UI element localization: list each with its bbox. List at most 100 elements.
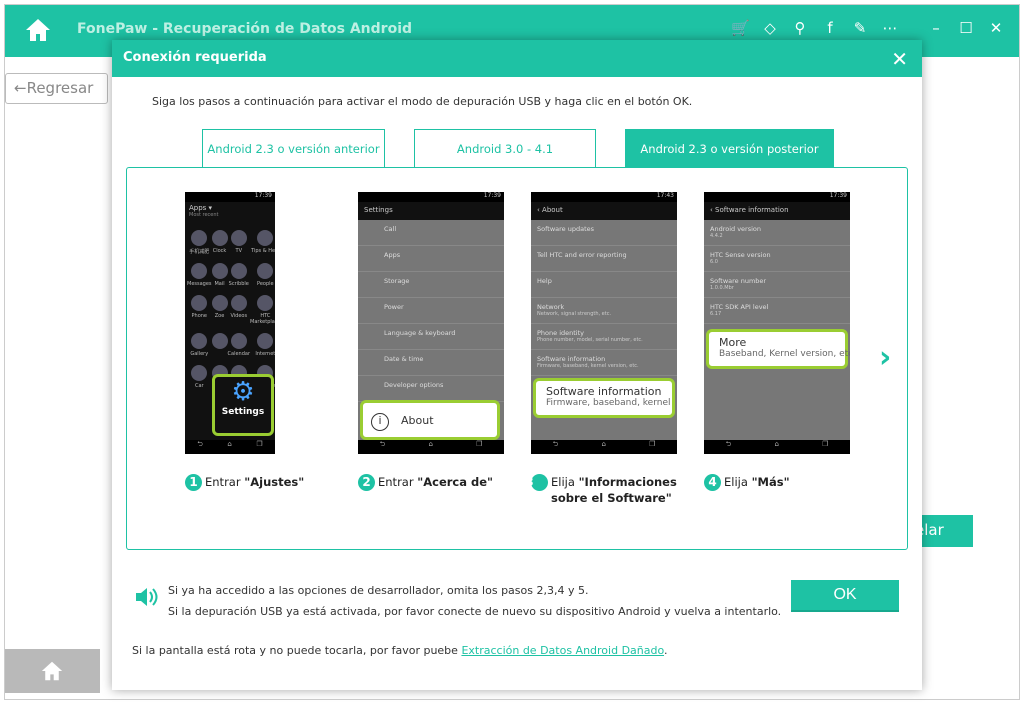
status-bar: 17:39 xyxy=(704,192,850,202)
back-button[interactable]: ←Regresar xyxy=(5,73,108,104)
app-icon: People xyxy=(250,263,275,287)
settings-row: Call xyxy=(358,220,504,246)
step-caption-4: 4 Elija "Más" xyxy=(704,474,864,491)
settings-row: Software information Firmware, baseband, … xyxy=(531,350,677,376)
settings-row: HTC Sense version 6.0 xyxy=(704,246,850,272)
next-arrow-icon[interactable]: › xyxy=(879,340,891,375)
app-icon: Calendar xyxy=(228,333,250,357)
apps-header: Apps ▾ xyxy=(189,204,213,212)
note-reconnect: Si la depuración USB ya está activada, p… xyxy=(168,605,782,618)
app-icon: 手机减肥 xyxy=(187,230,212,255)
app-icon xyxy=(211,333,228,357)
gear-icon: ⚙ xyxy=(231,377,255,407)
status-bar: 17:39 xyxy=(358,192,504,202)
step-caption-1: 1 Entrar "Ajustes" xyxy=(185,474,345,491)
app-icon: Scribble xyxy=(228,263,250,287)
nav-icon: ⌂ xyxy=(227,440,232,448)
cart-icon[interactable]: 🛒 xyxy=(731,19,750,37)
settings-row: Help xyxy=(531,272,677,298)
apps-sub: Most recent xyxy=(189,212,219,218)
speaker-icon xyxy=(136,588,158,606)
screen-header: ‹ About xyxy=(531,202,677,220)
tab-android-3-0-4-1[interactable]: Android 3.0 - 4.1 xyxy=(414,129,596,168)
step-number: 4 xyxy=(704,474,721,491)
nav-icon: ⌂ xyxy=(428,440,433,448)
highlight-about: i About xyxy=(360,400,500,440)
app-icon: Tips & Help xyxy=(250,230,275,255)
settings-row: Tell HTC and error reporting xyxy=(531,246,677,272)
settings-row: Android version 4.4.2 xyxy=(704,220,850,246)
app-icon: TV xyxy=(228,230,250,255)
phone-screenshot-2: 17:39 Settings Call Apps Storage Power Languag… xyxy=(358,192,504,454)
tab-android-2-3-later[interactable]: Android 2.3 o versión posterior xyxy=(625,129,834,168)
broken-android-link[interactable]: Extracción de Datos Android Dañado xyxy=(461,644,664,657)
settings-row: Power xyxy=(358,298,504,324)
step-number: 3 xyxy=(525,474,548,491)
info-icon: i xyxy=(371,413,389,431)
settings-row: Network Network, signal strength, etc. xyxy=(531,298,677,324)
ok-button[interactable]: OK xyxy=(791,580,899,612)
nav-icon: ❐ xyxy=(822,440,829,448)
steps-panel: › 17:39 Apps ▾ Most recent 手机减肥 Clock TV Tips … xyxy=(126,167,908,550)
settings-row: Developer options xyxy=(358,376,504,402)
phone-screenshot-4: 17:39 ‹ Software information Android versi… xyxy=(704,192,850,454)
dialog-intro: Siga los pasos a continuación para activ… xyxy=(152,95,693,108)
step-caption-3: 3 Elija "Informaciones sobre el Software" xyxy=(525,474,677,505)
app-icon: Videos xyxy=(228,295,250,325)
app-icon: Internet xyxy=(250,333,275,357)
app-icon: Zoe xyxy=(211,295,228,325)
phone-screenshot-3: 17:43 ‹ About Software updates Tell HTC and… xyxy=(531,192,677,454)
key-icon[interactable]: ⚲ xyxy=(791,19,809,37)
phone-nav-bar: ⮌ ⌂ ❐ xyxy=(185,440,275,454)
home-icon xyxy=(41,661,63,681)
nav-icon: ⮌ xyxy=(725,440,732,448)
tab-android-2-3-earlier[interactable]: Android 2.3 o versión anterior xyxy=(202,129,385,168)
settings-row: Storage xyxy=(358,272,504,298)
message-icon[interactable]: ⋯ xyxy=(881,19,899,37)
diamond-icon[interactable]: ◇ xyxy=(761,19,779,37)
footer-end: . xyxy=(664,644,668,657)
app-icon: HTC Marketplace xyxy=(250,295,275,325)
screen-header: Settings xyxy=(358,202,504,220)
app-icon: Mail xyxy=(211,263,228,287)
dialog-close-button[interactable]: ✕ xyxy=(891,47,908,71)
step-number: 2 xyxy=(358,474,375,491)
app-icon: Car xyxy=(187,365,212,389)
maximize-icon[interactable]: ☐ xyxy=(957,19,975,37)
nav-icon: ⮌ xyxy=(552,440,559,448)
footer-text: Si la pantalla está rota y no puede toca… xyxy=(132,644,462,657)
close-icon[interactable]: ✕ xyxy=(987,19,1005,37)
nav-icon: ❐ xyxy=(256,440,263,448)
home-icon[interactable] xyxy=(25,17,51,43)
notes: Si ya ha accedido a las opciones de desa… xyxy=(168,580,781,622)
nav-icon: ⮌ xyxy=(379,440,386,448)
step-number: 1 xyxy=(185,474,202,491)
phone-screenshot-1: 17:39 Apps ▾ Most recent 手机减肥 Clock TV Tips & … xyxy=(185,192,275,454)
footer-note: Si la pantalla está rota y no puede toca… xyxy=(132,644,668,657)
app-icon: Clock xyxy=(211,230,228,255)
settings-row: Software updates xyxy=(531,220,677,246)
nav-icon: ⌂ xyxy=(774,440,779,448)
chat-icon[interactable]: ✎ xyxy=(851,19,869,37)
settings-row: Software number 1.0.0.Mbr xyxy=(704,272,850,298)
highlight-item: Software information Firmware, baseband, … xyxy=(533,378,675,418)
status-bar: 17:39 xyxy=(185,192,275,202)
nav-icon: ❐ xyxy=(476,440,483,448)
app-icon: Gallery xyxy=(187,333,212,357)
connection-dialog: Conexión requerida ✕ Siga los pasos a co… xyxy=(112,40,922,690)
settings-row: Date & time xyxy=(358,350,504,376)
nav-icon: ❐ xyxy=(649,440,656,448)
settings-row: HTC SDK API level 6.17 xyxy=(704,298,850,324)
status-bar: 17:43 xyxy=(531,192,677,202)
app-icon: Phone xyxy=(187,295,212,325)
phone-nav-bar: ⮌ ⌂ ❐ xyxy=(531,440,677,454)
bottom-home-button[interactable] xyxy=(5,649,100,693)
minimize-icon[interactable]: – xyxy=(927,19,945,37)
nav-icon: ⌂ xyxy=(601,440,606,448)
settings-row: Apps xyxy=(358,246,504,272)
highlight-settings: ⚙ Settings xyxy=(212,374,274,436)
app-title: FonePaw - Recuperación de Datos Android xyxy=(77,21,413,37)
note-skip-steps: Si ya ha accedido a las opciones de desa… xyxy=(168,584,589,597)
facebook-icon[interactable]: f xyxy=(821,19,839,37)
settings-row: Language & keyboard xyxy=(358,324,504,350)
